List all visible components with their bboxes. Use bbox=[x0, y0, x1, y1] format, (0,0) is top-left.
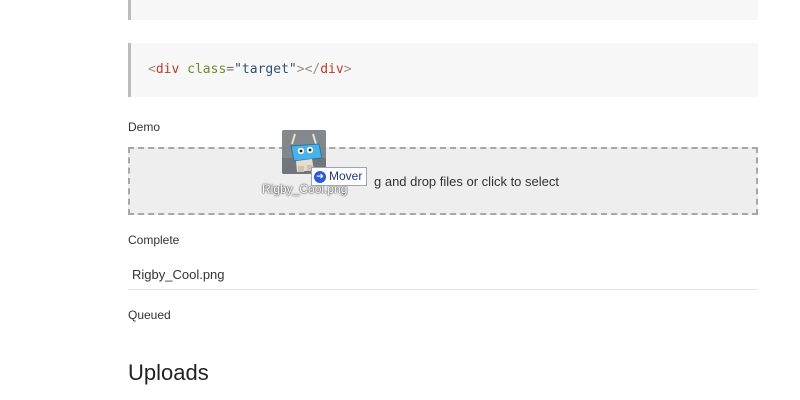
code-token-tag: div bbox=[155, 62, 180, 77]
dropzone-instructions: g and drop files or click to select bbox=[374, 174, 559, 189]
code-token-closing-end: > bbox=[343, 62, 352, 77]
code-token-equals: = bbox=[226, 62, 235, 77]
demo-label: Demo bbox=[128, 120, 161, 134]
code-token-bracket: < bbox=[148, 62, 156, 77]
code-token-string: "target" bbox=[234, 62, 297, 77]
code-token-attr: class bbox=[187, 62, 227, 77]
complete-file-row: Rigby_Cool.png bbox=[128, 260, 758, 290]
complete-file-name: Rigby_Cool.png bbox=[132, 267, 225, 282]
file-dropzone[interactable]: g and drop files or click to select bbox=[128, 147, 758, 215]
page: <div class="target"></div> Demo g and dr… bbox=[0, 0, 800, 400]
code-token-closing-tag: div bbox=[320, 62, 344, 77]
code-token-closing-bracket: </ bbox=[304, 62, 321, 77]
uploads-heading: Uploads bbox=[128, 360, 209, 385]
code-block-previous bbox=[128, 0, 758, 20]
code-block-target: <div class="target"></div> bbox=[128, 43, 758, 97]
code-token-bracket-close: > bbox=[296, 62, 305, 77]
queued-label: Queued bbox=[128, 308, 171, 322]
complete-label: Complete bbox=[128, 233, 180, 247]
